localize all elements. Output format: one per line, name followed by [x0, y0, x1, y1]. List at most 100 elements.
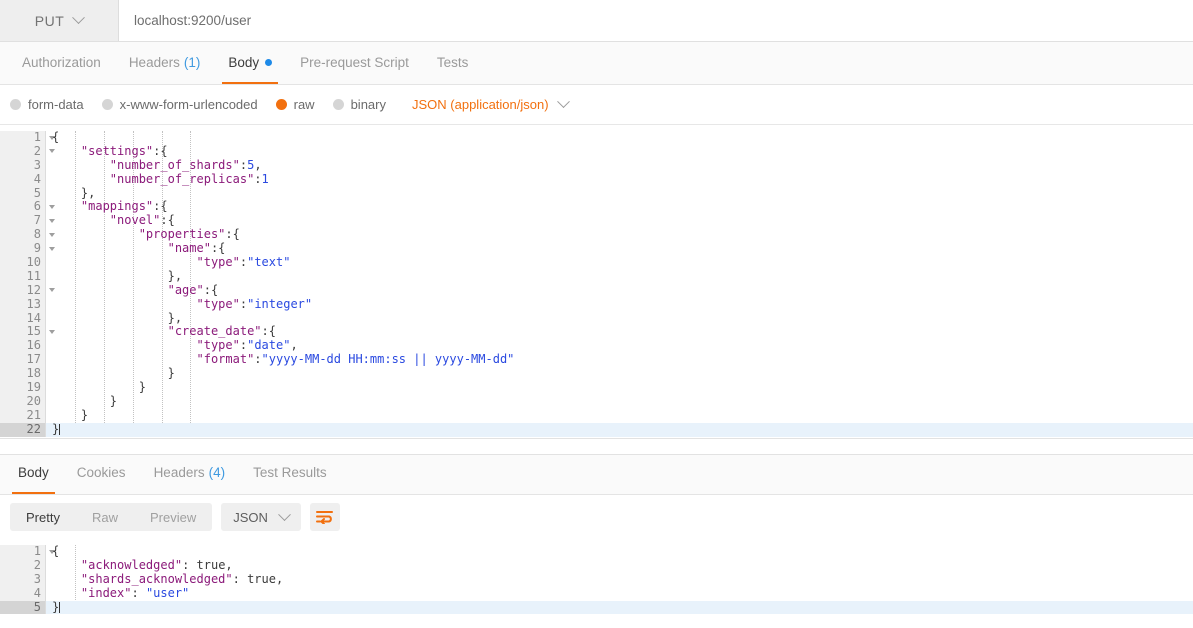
- token-pun: },: [167, 268, 183, 283]
- code-line: {: [52, 544, 1193, 559]
- token-pun: }: [52, 599, 60, 614]
- response-editor-gutter[interactable]: 12345: [0, 544, 55, 615]
- token-key: "settings": [80, 143, 154, 158]
- radio-icon[interactable]: [10, 99, 21, 110]
- token-str: "text": [247, 255, 291, 270]
- text-caret: [59, 423, 61, 435]
- line-number: 3: [33, 571, 41, 586]
- line-number: 4: [33, 585, 41, 600]
- line-number: 7: [0, 213, 55, 228]
- body-type-raw[interactable]: raw: [275, 97, 315, 112]
- code-line: "shards_acknowledged": true,: [52, 571, 1193, 587]
- code-line: }: [46, 422, 1193, 437]
- radio-icon[interactable]: [275, 99, 287, 110]
- token-pun: }: [138, 380, 146, 395]
- body-modified-indicator-icon: [265, 59, 273, 66]
- token-key: "novel": [109, 213, 161, 228]
- request-tab-headers[interactable]: Headers (1): [115, 41, 215, 84]
- token-pun: :{: [153, 199, 168, 214]
- token-pun: :: [254, 352, 262, 367]
- radio-icon[interactable]: [101, 99, 113, 110]
- token-num: 1: [261, 171, 269, 186]
- token-key: "index": [80, 585, 132, 600]
- line-number: 22: [0, 422, 45, 437]
- http-method-select[interactable]: PUT: [0, 0, 119, 41]
- line-number: 19: [26, 380, 41, 395]
- token-pun: },: [167, 310, 183, 325]
- tab-label: Pre-request Script: [300, 55, 409, 70]
- request-tab-authorization[interactable]: Authorization: [8, 41, 115, 84]
- token-pun: :: [232, 571, 248, 586]
- body-type-binary[interactable]: binary: [332, 97, 386, 112]
- tab-label: Tests: [436, 55, 469, 70]
- line-number: 5: [0, 600, 45, 615]
- url-input-value: localhost:9200/user: [134, 13, 252, 28]
- line-number: 4: [33, 171, 41, 186]
- token-pun: :: [254, 171, 262, 186]
- token-key: "number_of_shards": [109, 157, 240, 172]
- line-number: 20: [26, 393, 41, 408]
- radio-icon[interactable]: [332, 99, 344, 110]
- view-mode-raw[interactable]: Raw: [76, 503, 134, 531]
- token-pun: ,: [254, 157, 262, 172]
- request-editor-gutter[interactable]: 1 2 3 4 5 6 7 8 9 10 11 12 13 14 15 16 17 18 19 20 21 22: [0, 130, 55, 437]
- response-format-select[interactable]: JSON: [221, 503, 301, 531]
- line-number: 21: [26, 407, 41, 422]
- token-pun: {: [52, 544, 60, 558]
- response-editor-lines[interactable]: { "acknowledged": true, "shards_acknowle…: [46, 544, 1193, 615]
- body-type-label: raw: [293, 97, 315, 112]
- line-number: 16: [26, 338, 41, 353]
- chevron-down-icon: [278, 507, 291, 521]
- response-tab-body[interactable]: Body: [4, 451, 63, 494]
- response-tab-headers[interactable]: Headers (4): [140, 451, 240, 494]
- request-tab-tests[interactable]: Tests: [423, 41, 483, 84]
- token-pun: }: [80, 407, 89, 422]
- token-key: "type": [196, 296, 240, 311]
- view-mode-preview[interactable]: Preview: [134, 503, 212, 531]
- body-type-x-www-form-urlencoded[interactable]: x-www-form-urlencoded: [101, 97, 258, 112]
- token-key: "age": [167, 282, 204, 297]
- request-tab-body[interactable]: Body: [214, 41, 286, 84]
- url-input[interactable]: localhost:9200/user: [119, 0, 1193, 41]
- token-pun: :{: [160, 213, 175, 228]
- line-number: 1: [0, 130, 55, 145]
- token-pun: ,: [225, 557, 233, 572]
- code-line: "age":{: [52, 282, 1193, 298]
- tab-label: Headers: [153, 465, 205, 480]
- response-tab-cookies[interactable]: Cookies: [63, 451, 140, 494]
- token-str: "integer": [247, 296, 313, 311]
- response-body-editor[interactable]: 12345 { "acknowledged": true, "shards_ac…: [0, 539, 1193, 619]
- request-editor-lines[interactable]: { "settings":{ "number_of_shards":5, "nu…: [46, 130, 1193, 437]
- http-method-label: PUT: [34, 12, 65, 29]
- body-type-form-data[interactable]: form-data: [10, 97, 84, 112]
- content-type-select[interactable]: JSON (application/json): [412, 95, 570, 112]
- code-line: "type":"date",: [52, 338, 1193, 353]
- token-key: "create_date": [167, 324, 262, 339]
- token-str: "date": [247, 338, 291, 353]
- word-wrap-button[interactable]: [309, 503, 340, 531]
- code-line: }: [52, 393, 1193, 409]
- line-number: 17: [26, 352, 41, 367]
- tab-count: (4): [208, 465, 226, 480]
- line-number: 5: [33, 185, 41, 200]
- request-url-bar: PUT localhost:9200/user: [0, 0, 1193, 42]
- view-mode-pretty[interactable]: Pretty: [10, 503, 76, 531]
- body-type-row: form-data x-www-form-urlencoded raw binary …: [0, 85, 1193, 125]
- response-tab-bar: Body Cookies Headers (4) Test Results: [0, 455, 1193, 495]
- token-pun: }: [109, 393, 118, 408]
- request-tab-pre-request-script[interactable]: Pre-request Script: [286, 41, 423, 84]
- line-number: 10: [26, 255, 41, 270]
- code-line: "format":"yyyy-MM-dd HH:mm:ss || yyyy-MM…: [52, 352, 1193, 367]
- code-line: "index": "user": [52, 585, 1193, 601]
- response-tab-test-results[interactable]: Test Results: [239, 451, 341, 494]
- request-body-editor[interactable]: 1 2 3 4 5 6 7 8 9 10 11 12 13 14 15 16 17 18 19 20 21 22 { "s…: [0, 125, 1193, 439]
